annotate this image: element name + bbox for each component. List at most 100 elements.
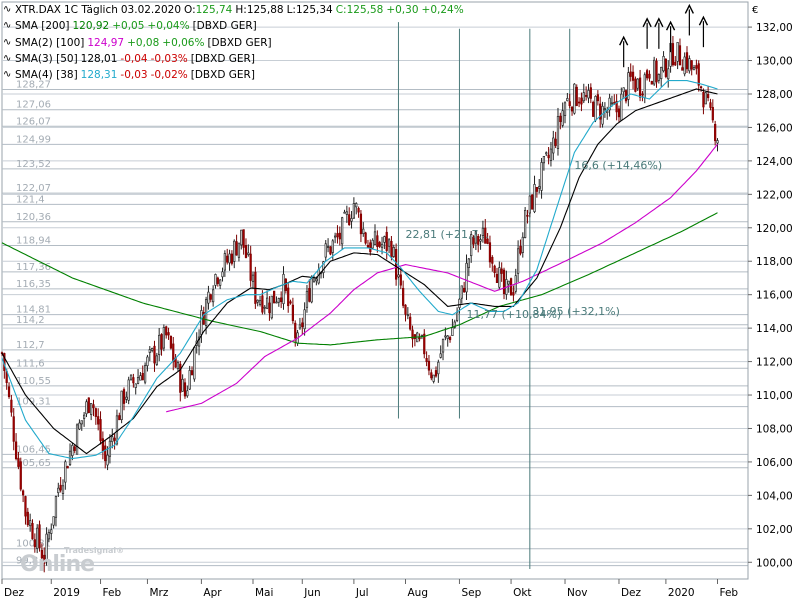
candle-down xyxy=(427,360,431,371)
candle-up xyxy=(380,243,384,248)
candle-up xyxy=(528,195,531,214)
candle-down xyxy=(14,441,18,460)
price-candles xyxy=(0,34,719,573)
candle-up xyxy=(221,271,224,278)
candle-up xyxy=(80,420,83,425)
legend-name: SMA(2) [100] xyxy=(15,36,85,49)
candle-up xyxy=(516,248,520,274)
candle-down xyxy=(66,466,69,469)
candle-down xyxy=(404,304,407,315)
x-tick-label: 2020 xyxy=(668,587,695,599)
candle-down xyxy=(369,242,372,253)
x-tick-label: Sep xyxy=(461,587,481,599)
candle-down xyxy=(399,274,402,286)
candle-down xyxy=(26,511,29,526)
close-value: 125,58 xyxy=(346,4,384,16)
candle-down xyxy=(261,295,264,313)
price-level-label: 118,94 xyxy=(16,236,51,247)
y-tick-label: 108,00 xyxy=(756,423,793,435)
candle-up xyxy=(303,309,306,330)
chart-canvas[interactable]: 128,27127,06126,07124,99123,52122,07121,… xyxy=(0,0,800,600)
candle-up xyxy=(64,461,67,483)
candle-down xyxy=(17,457,20,467)
candle-up xyxy=(643,74,646,99)
price-level-label: 110,55 xyxy=(16,376,51,387)
candle-down xyxy=(495,273,499,284)
legend-change: -0,04 xyxy=(120,52,148,65)
legend-row-sma200[interactable]: ∿ SMA [200] 120,92 +0,05 +0,04% [DBXD GE… xyxy=(3,18,464,34)
candle-down xyxy=(585,95,588,97)
candle-up xyxy=(315,278,318,282)
legend-value: 128,31 xyxy=(80,69,118,82)
candle-down xyxy=(577,101,581,104)
legend-row-sma100[interactable]: ∿ SMA(2) [100] 124,97 +0,08 +0,06% [DBXD… xyxy=(3,35,464,51)
candle-up xyxy=(676,42,679,62)
legend-row-sma38[interactable]: ∿ SMA(4) [38] 128,31 -0,03 -0,02% [DBXD … xyxy=(3,67,464,83)
x-tick-label: Jul xyxy=(355,587,369,599)
chart-line-icon: ∿ xyxy=(3,4,12,15)
candle-up xyxy=(350,218,353,222)
candle-up xyxy=(692,67,696,71)
legend-row-sma50[interactable]: ∿ SMA(3) [50] 128,01 -0,04 -0,03% [DBXD … xyxy=(3,51,464,67)
candle-up xyxy=(549,148,553,161)
legend-change-pct: +0,06% xyxy=(162,36,205,49)
candle-down xyxy=(531,194,534,210)
candle-up xyxy=(61,485,65,494)
candle-up xyxy=(533,184,536,213)
price-level-label: 120,36 xyxy=(16,212,51,223)
candle-up xyxy=(561,110,564,126)
candle-up xyxy=(176,362,180,370)
candle-up xyxy=(265,297,269,309)
candle-up xyxy=(75,424,79,455)
candle-down xyxy=(94,408,97,417)
candle-up xyxy=(193,346,196,380)
candle-up xyxy=(324,243,327,258)
candle-up xyxy=(251,274,255,282)
y-tick-label: 106,00 xyxy=(756,457,793,469)
candle-up xyxy=(610,102,614,105)
chart-window: 128,27 127,06 126,07 124,99 123,52 122,07 121,… xyxy=(0,0,800,600)
candle-down xyxy=(390,240,393,258)
candle-down xyxy=(97,416,100,425)
candle-down xyxy=(697,63,700,86)
candle-down xyxy=(690,60,693,70)
y-tick-label: 122,00 xyxy=(756,189,793,201)
candle-down xyxy=(24,496,27,517)
candle-down xyxy=(596,94,599,102)
candle-up xyxy=(106,454,109,466)
sma-50-line xyxy=(1,88,718,455)
candle-up xyxy=(594,95,597,121)
candle-down xyxy=(568,101,571,106)
candle-up xyxy=(521,236,524,253)
candle-down xyxy=(674,61,677,66)
candle-down xyxy=(244,245,248,258)
candle-down xyxy=(385,231,388,251)
candle-up xyxy=(498,267,501,288)
candle-down xyxy=(395,249,398,280)
candle-down xyxy=(338,232,341,240)
candle-up xyxy=(465,262,468,293)
y-tick-label: 110,00 xyxy=(756,390,793,402)
legend-change-pct: +0,04% xyxy=(147,20,190,33)
low-value: 125,34 xyxy=(295,4,333,16)
candle-down xyxy=(38,524,41,548)
candle-up xyxy=(212,289,215,303)
candle-down xyxy=(289,301,292,304)
candle-up xyxy=(704,92,707,105)
candle-down xyxy=(707,94,710,99)
candle-down xyxy=(664,59,668,77)
candle-down xyxy=(329,246,332,255)
y-tick-label: 130,00 xyxy=(756,56,793,68)
candle-up xyxy=(563,102,567,116)
price-level-label: 116,35 xyxy=(16,279,51,290)
candle-down xyxy=(101,438,104,452)
candle-up xyxy=(587,89,590,99)
candle-down xyxy=(699,86,703,89)
candle-down xyxy=(92,404,95,409)
candle-down xyxy=(87,397,90,413)
candle-down xyxy=(430,372,433,379)
candle-up xyxy=(151,348,154,351)
candle-up xyxy=(277,298,280,303)
candle-down xyxy=(284,278,287,291)
candle-down xyxy=(580,97,583,105)
